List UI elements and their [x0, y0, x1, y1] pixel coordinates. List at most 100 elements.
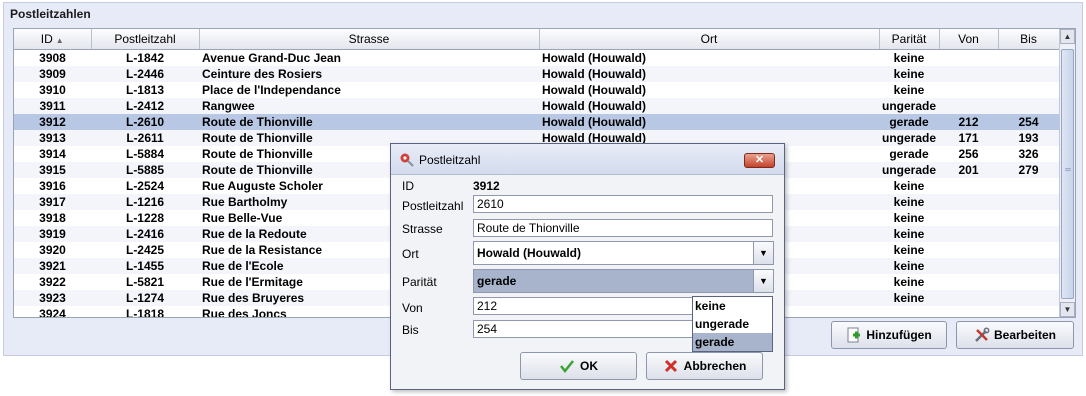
- label-strasse: Strasse: [402, 222, 443, 236]
- cell-bis: [998, 65, 1059, 82]
- chevron-down-icon[interactable]: ▼: [753, 242, 773, 264]
- cell-plz: L-2416: [91, 225, 199, 242]
- label-paritaet: Parität: [402, 275, 437, 289]
- paritaet-dropdown-list: keine ungerade gerade: [692, 296, 773, 352]
- chevron-down-icon[interactable]: ▼: [753, 270, 773, 292]
- table-row[interactable]: 3911 L-2412 Rangwee Howald (Houwald) ungerad…: [14, 97, 1059, 114]
- cell-bis: [998, 210, 1059, 226]
- cell-plz: L-5885: [91, 161, 199, 178]
- cell-bis: 193: [998, 129, 1059, 146]
- dropdown-option-keine[interactable]: keine: [693, 297, 772, 315]
- cell-plz: L-1455: [91, 257, 199, 274]
- column-header-von[interactable]: Von: [939, 29, 999, 50]
- cell-bis: [998, 289, 1059, 306]
- cell-id: 3923: [14, 289, 91, 306]
- von-field[interactable]: [473, 297, 693, 315]
- cell-paritaet: keine: [893, 210, 925, 225]
- strasse-field[interactable]: [473, 219, 773, 237]
- dialog-titlebar[interactable]: Postleitzahl ✕: [391, 144, 784, 175]
- cell-strasse: Place de l'Independance: [202, 82, 341, 97]
- map-pin-icon: [400, 153, 414, 167]
- cell-von: [939, 210, 998, 226]
- cell-paritaet: ungerade: [879, 161, 939, 178]
- cell-plz: L-2412: [91, 97, 199, 114]
- cell-bis: [998, 257, 1059, 274]
- cell-paritaet: keine: [893, 50, 925, 65]
- bis-field[interactable]: [473, 320, 693, 338]
- ok-button[interactable]: OK: [520, 352, 637, 380]
- sort-ascending-icon: ▲: [55, 35, 64, 45]
- column-header-paritaet[interactable]: Parität: [879, 29, 940, 50]
- table-row[interactable]: 3912 L-2610 Route de Thionville Howald (Hou…: [14, 113, 1059, 130]
- cell-plz: L-2425: [125, 242, 165, 257]
- cell-id: 3911: [14, 97, 91, 114]
- grip-icon: ═: [1065, 165, 1071, 174]
- column-header-id[interactable]: ID ▲: [14, 29, 92, 50]
- table-vertical-scrollbar[interactable]: ▲ ═ ▼: [1059, 29, 1075, 317]
- column-header-bis[interactable]: Bis: [998, 29, 1060, 50]
- cell-ort: Howald (Houwald): [539, 65, 879, 82]
- cancel-x-icon: [664, 359, 677, 373]
- close-icon[interactable]: ✕: [744, 153, 775, 168]
- label-bis: Bis: [402, 323, 419, 337]
- cell-plz: L-2610: [91, 113, 199, 130]
- cell-von: 201: [939, 161, 998, 178]
- label-ort: Ort: [402, 247, 419, 261]
- cell-paritaet: gerade: [879, 113, 939, 130]
- cell-bis: [998, 97, 1059, 114]
- cell-id: 3915: [14, 161, 91, 178]
- table-row[interactable]: 3909 L-2446 Ceinture des Rosiers Howald (Ho…: [14, 65, 1059, 82]
- scroll-down-arrow-icon[interactable]: ▼: [1060, 302, 1075, 317]
- cell-id: 3924: [39, 306, 66, 318]
- cell-paritaet: ungerade: [879, 129, 939, 146]
- label-postleitzahl: Postleitzahl: [402, 199, 464, 213]
- ort-select-value: Howald (Houwald): [477, 246, 581, 260]
- cell-paritaet: keine: [879, 193, 939, 210]
- cell-plz: L-1818: [125, 306, 165, 318]
- cell-paritaet: keine: [893, 82, 925, 97]
- cell-plz: L-2446: [91, 65, 199, 82]
- cell-von: [939, 193, 998, 210]
- column-header-postleitzahl[interactable]: Postleitzahl: [91, 29, 200, 50]
- cell-strasse: Route de Thionville: [199, 113, 539, 130]
- cell-id: 3913: [14, 129, 91, 146]
- cell-bis: [998, 242, 1059, 258]
- postleitzahl-field[interactable]: [473, 195, 773, 213]
- cell-bis: [998, 274, 1059, 290]
- cell-plz: L-2524: [125, 178, 165, 193]
- column-header-ort[interactable]: Ort: [539, 29, 880, 50]
- add-button-label: Hinzufügen: [866, 328, 932, 342]
- header-row: ID ▲ Postleitzahl Strasse Ort Parität Von…: [14, 29, 1060, 50]
- cell-bis: [998, 193, 1059, 210]
- cell-von: [939, 65, 998, 82]
- cell-plz: L-2611: [91, 129, 199, 146]
- cell-von: [939, 178, 998, 194]
- cell-plz: L-1216: [91, 193, 199, 210]
- table-row[interactable]: 3908 L-1842 Avenue Grand-Duc Jean Howald (H…: [14, 49, 1059, 66]
- cell-id: 3916: [39, 178, 66, 193]
- paritaet-select[interactable]: gerade ▼: [473, 269, 774, 293]
- table-row[interactable]: 3910 L-1813 Place de l'Independance Howald …: [14, 82, 1059, 98]
- cancel-button[interactable]: Abbrechen: [646, 352, 763, 380]
- cell-paritaet: keine: [893, 274, 925, 289]
- cell-von: [939, 49, 998, 66]
- dropdown-option-gerade[interactable]: gerade: [693, 333, 772, 351]
- label-von: Von: [402, 301, 423, 315]
- checkmark-icon: [560, 360, 574, 374]
- cell-von: 256: [958, 146, 979, 161]
- dialog-title: Postleitzahl: [419, 153, 481, 167]
- ort-select[interactable]: Howald (Houwald) ▼: [473, 241, 774, 265]
- cell-strasse: Ceinture des Rosiers: [199, 65, 539, 82]
- cell-plz: L-5884: [125, 146, 165, 161]
- scrollbar-thumb[interactable]: ═: [1061, 49, 1074, 299]
- cell-bis: 279: [998, 161, 1059, 178]
- edit-button[interactable]: Bearbeiten: [956, 321, 1074, 349]
- dropdown-option-ungerade[interactable]: ungerade: [693, 315, 772, 333]
- column-header-strasse[interactable]: Strasse: [199, 29, 540, 50]
- cell-paritaet: [879, 306, 939, 318]
- cell-id: 3920: [39, 242, 66, 257]
- add-button[interactable]: Hinzufügen: [831, 321, 947, 349]
- cell-id: 3922: [39, 274, 66, 289]
- tools-icon: [975, 327, 990, 342]
- scroll-up-arrow-icon[interactable]: ▲: [1060, 29, 1075, 44]
